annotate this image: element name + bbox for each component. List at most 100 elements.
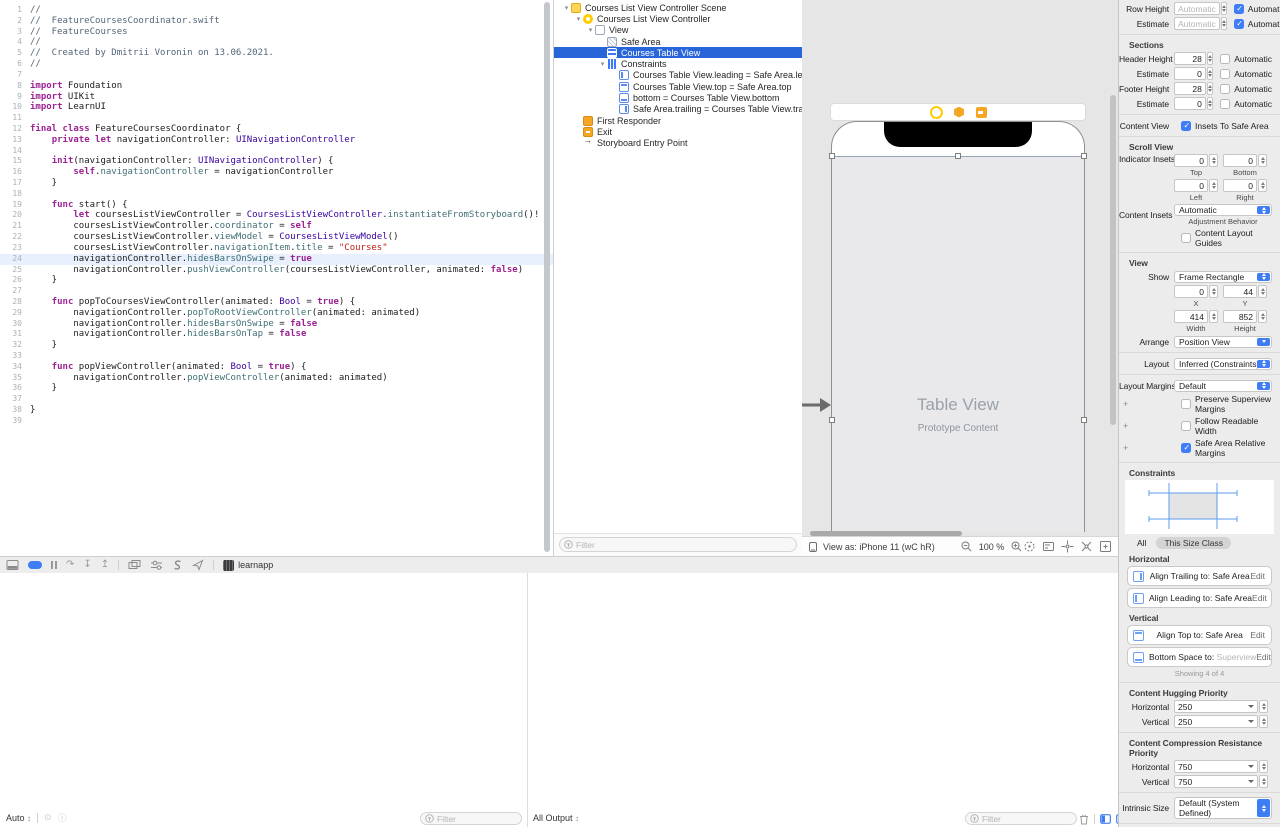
checkbox[interactable] [1233, 3, 1244, 14]
add-button[interactable]: + [1123, 421, 1131, 431]
outline-row[interactable]: ▾ Courses List View Controller [554, 13, 802, 24]
popup-button[interactable]: Automatic [1174, 204, 1272, 216]
value-field[interactable]: 0 [1174, 285, 1208, 298]
line-number[interactable]: 19 [0, 200, 30, 211]
stepper[interactable] [1259, 760, 1268, 773]
priority-field[interactable]: 750 [1174, 775, 1258, 788]
line-number[interactable]: 13 [0, 135, 30, 146]
line-number[interactable]: 7 [0, 70, 30, 81]
code-line[interactable]: 26 } [0, 275, 553, 286]
resize-handle[interactable] [1081, 417, 1087, 423]
outline-row[interactable]: ▾ Courses List View Controller Scene [554, 2, 802, 13]
stepper[interactable] [1206, 97, 1214, 110]
constraint-item[interactable]: Align Trailing to: Safe Area Edit [1127, 566, 1272, 586]
line-number[interactable]: 1 [0, 5, 30, 16]
stepper[interactable] [1259, 700, 1268, 713]
view-hierarchy-debugger-icon[interactable] [128, 559, 141, 571]
line-number[interactable]: 17 [0, 178, 30, 189]
value-field[interactable]: 0 [1174, 67, 1206, 80]
line-number[interactable]: 8 [0, 81, 30, 92]
stepper[interactable] [1209, 179, 1218, 192]
checkbox[interactable] [1181, 120, 1191, 131]
edit-button[interactable]: Edit [1250, 630, 1265, 640]
code-line[interactable]: 28 func popToCoursesViewController(anima… [0, 297, 553, 308]
checkbox[interactable] [1181, 399, 1191, 409]
checkbox[interactable] [1233, 18, 1244, 29]
code-line[interactable]: 36 } [0, 383, 553, 394]
add-button[interactable]: + [1123, 399, 1131, 409]
popup-button[interactable]: Default [1174, 379, 1272, 392]
line-number[interactable]: 6 [0, 59, 30, 70]
checkbox[interactable] [1220, 53, 1231, 64]
line-number[interactable]: 22 [0, 232, 30, 243]
code-line[interactable]: 21 coursesListViewController.coordinator… [0, 221, 553, 232]
checkbox[interactable] [1181, 421, 1191, 431]
running-app-chip[interactable]: learnapp [223, 559, 273, 571]
stepper[interactable] [1206, 82, 1214, 95]
line-number[interactable]: 12 [0, 124, 30, 135]
popup-button[interactable]: Position View [1174, 335, 1272, 348]
checkbox[interactable] [1181, 233, 1191, 243]
line-number[interactable]: 29 [0, 308, 30, 319]
value-field[interactable]: 44 [1223, 285, 1257, 298]
priority-field[interactable]: 250 [1174, 715, 1258, 728]
value-field[interactable]: 0 [1223, 179, 1257, 192]
resize-handle[interactable] [955, 153, 961, 159]
outline-row[interactable]: Storyboard Entry Point [554, 135, 802, 149]
checkbox[interactable] [1181, 443, 1191, 453]
edit-button[interactable]: Edit [1256, 652, 1271, 662]
value-field[interactable]: 0 [1174, 179, 1208, 192]
code-line[interactable]: 33 [0, 351, 553, 362]
code-line[interactable]: 29 navigationController.popToRootViewCon… [0, 308, 553, 319]
outline-row[interactable]: Courses Table View [554, 47, 802, 59]
line-number[interactable]: 24 [0, 254, 30, 265]
outline-row[interactable]: Safe Area.trailing = Courses Table View.… [554, 104, 802, 115]
value-field[interactable]: 852 [1223, 310, 1257, 323]
code-line[interactable]: 32 } [0, 340, 553, 351]
line-number[interactable]: 9 [0, 92, 30, 103]
checkbox[interactable] [1220, 68, 1231, 79]
code-line[interactable]: 19 func start() { [0, 200, 553, 211]
outline-row[interactable]: First Responder [554, 115, 802, 126]
checkbox[interactable] [1220, 98, 1231, 109]
line-number[interactable]: 30 [0, 319, 30, 330]
popup-button[interactable]: Inferred (Constraints) [1174, 357, 1272, 370]
step-into-icon[interactable]: ↧ [83, 560, 91, 570]
line-number[interactable]: 31 [0, 329, 30, 340]
outline-row[interactable]: Courses Table View.top = Safe Area.top [554, 81, 802, 92]
line-number[interactable]: 26 [0, 275, 30, 286]
view-controller-icon[interactable] [929, 105, 943, 119]
debug-area-divider[interactable] [527, 573, 528, 827]
code-line[interactable]: 5// Created by Dmitrii Voronin on 13.06.… [0, 48, 553, 59]
line-number[interactable]: 15 [0, 156, 30, 167]
code-line[interactable]: 8 import Foundation [0, 81, 553, 92]
outline-row[interactable]: Safe Area [554, 36, 802, 47]
code-line[interactable]: 13 private let navigationController: UIN… [0, 135, 553, 146]
stepper[interactable] [1258, 154, 1267, 167]
line-number[interactable]: 33 [0, 351, 30, 362]
line-number[interactable]: 32 [0, 340, 30, 351]
code-line[interactable]: 35 navigationController.popViewControlle… [0, 373, 553, 384]
line-number[interactable]: 27 [0, 286, 30, 297]
interface-builder-canvas[interactable]: Table View Prototype Content View as: iP… [802, 0, 1118, 556]
outline-row[interactable]: Courses Table View.leading = Safe Area.l… [554, 70, 802, 81]
stepper[interactable] [1258, 310, 1267, 323]
stepper[interactable] [1209, 285, 1218, 298]
disclosure-triangle[interactable]: ▾ [586, 26, 595, 34]
line-number[interactable]: 35 [0, 373, 30, 384]
code-line[interactable]: 24 navigationController.hidesBarsOnSwipe… [0, 253, 553, 265]
code-line[interactable]: 39 [0, 416, 553, 427]
stepper[interactable] [1209, 310, 1218, 323]
zoom-out-icon[interactable] [961, 541, 972, 552]
line-number[interactable]: 20 [0, 210, 30, 221]
value-field[interactable]: 28 [1174, 52, 1206, 65]
code-line[interactable]: 3// FeatureCourses [0, 27, 553, 38]
line-number[interactable]: 10 [0, 102, 30, 113]
code-line[interactable]: 18 [0, 189, 553, 200]
size-class-segment[interactable]: All [1137, 538, 1146, 548]
console-output-selector[interactable]: All Output ↕ [533, 813, 579, 823]
environment-overrides-icon[interactable] [150, 559, 163, 571]
line-number[interactable]: 21 [0, 221, 30, 232]
line-number[interactable]: 37 [0, 394, 30, 405]
code-line[interactable]: 30 navigationController.hidesBarsOnSwipe… [0, 319, 553, 330]
